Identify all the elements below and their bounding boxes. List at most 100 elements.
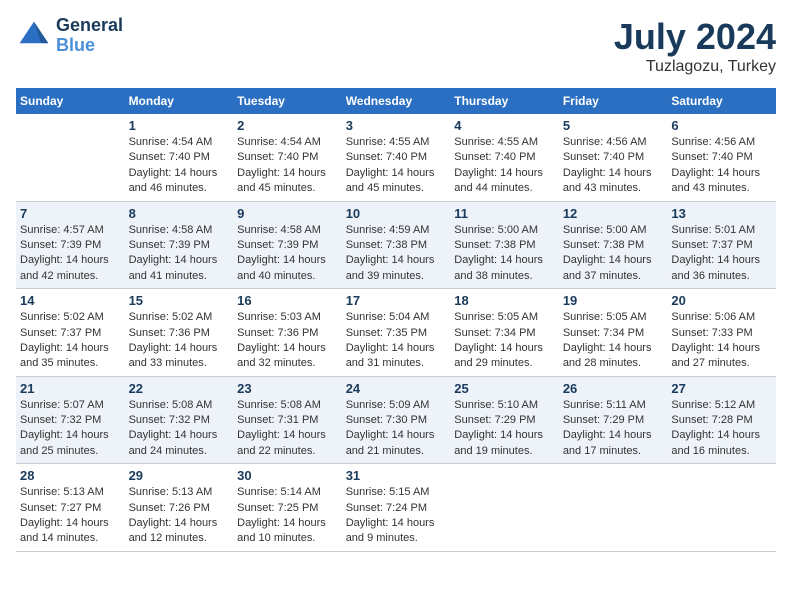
header-friday: Friday	[559, 88, 668, 114]
cell-info-line: Sunset: 7:40 PM	[671, 150, 772, 165]
cell-info-line: Daylight: 14 hours	[454, 428, 555, 443]
day-number: 27	[671, 381, 772, 396]
calendar-cell: 18 Sunrise: 5:05 AMSunset: 7:34 PMDayligh…	[450, 289, 559, 377]
cell-info-line: Daylight: 14 hours	[346, 341, 447, 356]
day-number: 21	[20, 381, 121, 396]
cell-info-line: Daylight: 14 hours	[671, 341, 772, 356]
cell-info-line: Sunrise: 5:14 AM	[237, 485, 338, 500]
cell-info-line: Sunset: 7:38 PM	[563, 238, 664, 253]
cell-info-line: Daylight: 14 hours	[671, 428, 772, 443]
cell-info-line: and 31 minutes.	[346, 356, 447, 371]
day-number: 11	[454, 206, 555, 221]
cell-info-line: Sunrise: 5:11 AM	[563, 398, 664, 413]
cell-info-line: Sunrise: 5:06 AM	[671, 310, 772, 325]
cell-info-line: and 38 minutes.	[454, 269, 555, 284]
cell-info-line: and 40 minutes.	[237, 269, 338, 284]
cell-info-line: Daylight: 14 hours	[129, 253, 230, 268]
cell-info-line: Daylight: 14 hours	[129, 516, 230, 531]
day-number: 24	[346, 381, 447, 396]
cell-info-line: and 16 minutes.	[671, 444, 772, 459]
cell-info-line: Sunrise: 5:05 AM	[563, 310, 664, 325]
calendar-cell: 22Sunrise: 5:08 AMSunset: 7:32 PMDayligh…	[125, 376, 234, 464]
calendar-cell: 19Sunrise: 5:05 AMSunset: 7:34 PMDayligh…	[559, 289, 668, 377]
cell-info-line: Daylight: 14 hours	[20, 253, 121, 268]
cell-info-line: Sunset: 7:32 PM	[129, 413, 230, 428]
day-number: 18	[454, 293, 555, 308]
cell-info-line: Daylight: 14 hours	[346, 253, 447, 268]
cell-info-line: Sunset: 7:34 PM	[454, 326, 555, 341]
cell-info-line: Sunrise: 4:57 AM	[20, 223, 121, 238]
location-title: Tuzlagozu, Turkey	[614, 58, 776, 76]
calendar-cell: 11Sunrise: 5:00 AMSunset: 7:38 PMDayligh…	[450, 201, 559, 289]
calendar-cell: 16Sunrise: 5:03 AMSunset: 7:36 PMDayligh…	[233, 289, 342, 377]
calendar-cell: 12Sunrise: 5:00 AMSunset: 7:38 PMDayligh…	[559, 201, 668, 289]
calendar-cell: 14Sunrise: 5:02 AMSunset: 7:37 PMDayligh…	[16, 289, 125, 377]
cell-info-line: and 39 minutes.	[346, 269, 447, 284]
cell-info-line: Daylight: 14 hours	[563, 428, 664, 443]
calendar-cell: 6Sunrise: 4:56 AMSunset: 7:40 PMDaylight…	[667, 114, 776, 201]
cell-info-line: Sunset: 7:25 PM	[237, 501, 338, 516]
cell-info-line: and 45 minutes.	[237, 181, 338, 196]
day-number: 15	[129, 293, 230, 308]
day-number: 7	[20, 206, 121, 221]
header-wednesday: Wednesday	[342, 88, 451, 114]
calendar-table: SundayMondayTuesdayWednesdayThursdayFrid…	[16, 88, 776, 552]
cell-info-line: Sunset: 7:30 PM	[346, 413, 447, 428]
cell-info-line: Daylight: 14 hours	[129, 341, 230, 356]
cell-info-line: Sunrise: 5:13 AM	[20, 485, 121, 500]
calendar-cell: 15Sunrise: 5:02 AMSunset: 7:36 PMDayligh…	[125, 289, 234, 377]
day-number: 9	[237, 206, 338, 221]
cell-info-line: Daylight: 14 hours	[237, 428, 338, 443]
cell-info-line: Sunset: 7:39 PM	[20, 238, 121, 253]
day-number: 1	[129, 118, 230, 133]
cell-info-line: Sunrise: 5:05 AM	[454, 310, 555, 325]
calendar-cell	[559, 464, 668, 552]
cell-info-line: and 43 minutes.	[563, 181, 664, 196]
calendar-cell: 17Sunrise: 5:04 AMSunset: 7:35 PMDayligh…	[342, 289, 451, 377]
cell-info-line: Daylight: 14 hours	[129, 428, 230, 443]
day-number: 4	[454, 118, 555, 133]
cell-info-line: Sunset: 7:33 PM	[671, 326, 772, 341]
cell-info-line: Sunrise: 5:04 AM	[346, 310, 447, 325]
cell-info-line: Daylight: 14 hours	[237, 253, 338, 268]
cell-info-line: Sunrise: 4:56 AM	[563, 135, 664, 150]
logo-text-line2: Blue	[56, 36, 123, 56]
calendar-cell: 21Sunrise: 5:07 AMSunset: 7:32 PMDayligh…	[16, 376, 125, 464]
calendar-cell: 26Sunrise: 5:11 AMSunset: 7:29 PMDayligh…	[559, 376, 668, 464]
calendar-cell: 30Sunrise: 5:14 AMSunset: 7:25 PMDayligh…	[233, 464, 342, 552]
cell-info-line: Sunrise: 4:59 AM	[346, 223, 447, 238]
cell-info-line: and 43 minutes.	[671, 181, 772, 196]
cell-info-line: Sunset: 7:24 PM	[346, 501, 447, 516]
cell-info-line: and 29 minutes.	[454, 356, 555, 371]
calendar-week-row: 7Sunrise: 4:57 AMSunset: 7:39 PMDaylight…	[16, 201, 776, 289]
cell-info-line: Sunrise: 4:54 AM	[237, 135, 338, 150]
cell-info-line: Sunrise: 5:08 AM	[237, 398, 338, 413]
cell-info-line: and 19 minutes.	[454, 444, 555, 459]
cell-info-line: Daylight: 14 hours	[454, 341, 555, 356]
cell-info-line: and 41 minutes.	[129, 269, 230, 284]
calendar-cell: 3Sunrise: 4:55 AMSunset: 7:40 PMDaylight…	[342, 114, 451, 201]
cell-info-line: and 14 minutes.	[20, 531, 121, 546]
cell-info-line: Daylight: 14 hours	[20, 516, 121, 531]
month-title: July 2024	[614, 16, 776, 58]
calendar-cell: 28Sunrise: 5:13 AMSunset: 7:27 PMDayligh…	[16, 464, 125, 552]
cell-info-line: Daylight: 14 hours	[454, 253, 555, 268]
calendar-cell: 23Sunrise: 5:08 AMSunset: 7:31 PMDayligh…	[233, 376, 342, 464]
header-thursday: Thursday	[450, 88, 559, 114]
cell-info-line: and 21 minutes.	[346, 444, 447, 459]
calendar-cell	[450, 464, 559, 552]
cell-info-line: Sunrise: 5:10 AM	[454, 398, 555, 413]
day-number: 25	[454, 381, 555, 396]
day-number: 29	[129, 468, 230, 483]
calendar-header-row: SundayMondayTuesdayWednesdayThursdayFrid…	[16, 88, 776, 114]
cell-info-line: and 9 minutes.	[346, 531, 447, 546]
calendar-cell: 7 Sunrise: 4:57 AMSunset: 7:39 PMDaylight…	[16, 201, 125, 289]
calendar-cell: 9Sunrise: 4:58 AMSunset: 7:39 PMDaylight…	[233, 201, 342, 289]
cell-info-line: Daylight: 14 hours	[563, 341, 664, 356]
cell-info-line: Sunrise: 5:09 AM	[346, 398, 447, 413]
cell-info-line: Sunrise: 5:13 AM	[129, 485, 230, 500]
logo-text-line1: General	[56, 16, 123, 36]
cell-info-line: Sunset: 7:40 PM	[237, 150, 338, 165]
day-number: 14	[20, 293, 121, 308]
page-header: General Blue July 2024 Tuzlagozu, Turkey	[16, 16, 776, 76]
